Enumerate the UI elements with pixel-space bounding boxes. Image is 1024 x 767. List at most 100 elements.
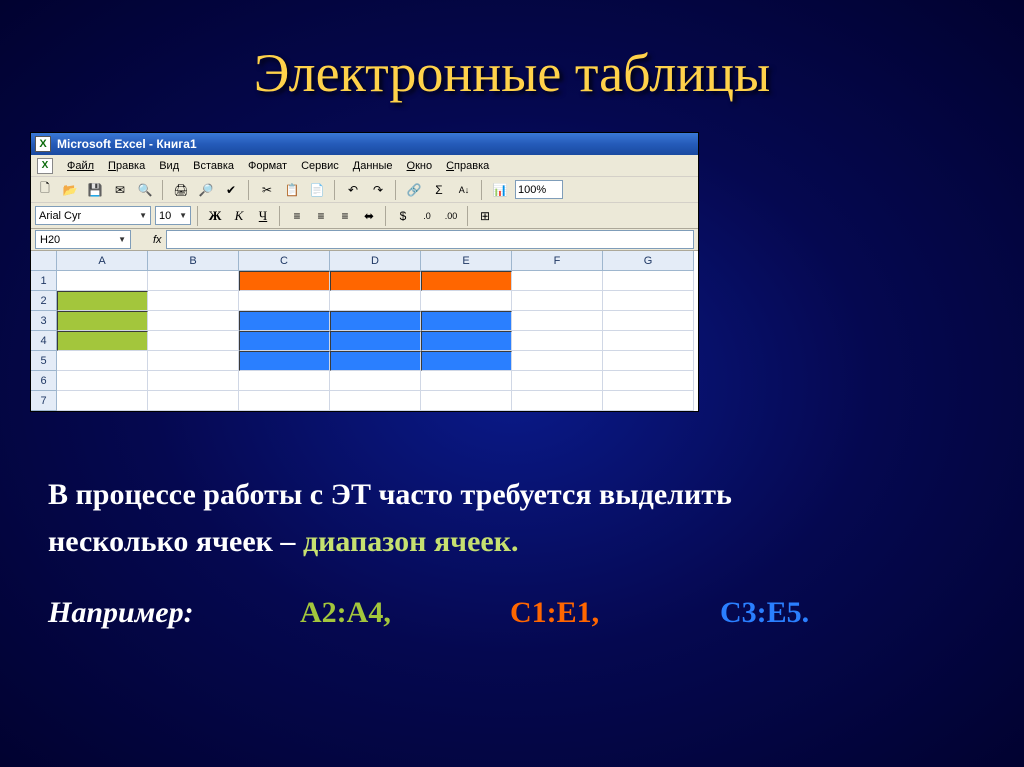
menu-insert[interactable]: Вставка: [193, 160, 234, 172]
row-header[interactable]: 1: [31, 271, 57, 291]
new-icon[interactable]: 🗋: [35, 180, 55, 200]
italic-button[interactable]: К: [229, 206, 249, 226]
row-header[interactable]: 4: [31, 331, 57, 351]
hyperlink-icon[interactable]: 🔗: [404, 180, 424, 200]
bold-button[interactable]: Ж: [205, 206, 225, 226]
align-center-icon[interactable]: ≡: [311, 206, 331, 226]
font-name-combo[interactable]: Arial Cyr ▼: [35, 206, 151, 225]
column-header[interactable]: E: [421, 251, 512, 271]
menu-view[interactable]: Вид: [159, 160, 179, 172]
cell[interactable]: [239, 311, 330, 331]
column-header[interactable]: D: [330, 251, 421, 271]
menu-edit[interactable]: Правка: [108, 160, 145, 172]
menu-data[interactable]: Данные: [353, 160, 393, 172]
row-header[interactable]: 6: [31, 371, 57, 391]
cell[interactable]: [239, 291, 330, 311]
spellcheck-icon[interactable]: ✔: [221, 180, 241, 200]
cell[interactable]: [57, 311, 148, 331]
cell[interactable]: [421, 291, 512, 311]
cell[interactable]: [148, 351, 239, 371]
cell[interactable]: [57, 391, 148, 411]
print-icon[interactable]: 🖨: [171, 180, 191, 200]
menu-window[interactable]: Окно: [407, 160, 433, 172]
cut-icon[interactable]: ✂: [257, 180, 277, 200]
paste-icon[interactable]: 📄: [307, 180, 327, 200]
cell[interactable]: [148, 371, 239, 391]
cell[interactable]: [512, 351, 603, 371]
menu-help[interactable]: Справка: [446, 160, 489, 172]
row-header[interactable]: 7: [31, 391, 57, 411]
cell[interactable]: [148, 271, 239, 291]
cell[interactable]: [512, 391, 603, 411]
cell[interactable]: [239, 371, 330, 391]
cell[interactable]: [421, 331, 512, 351]
column-header[interactable]: F: [512, 251, 603, 271]
column-header[interactable]: B: [148, 251, 239, 271]
cell[interactable]: [603, 311, 694, 331]
cell[interactable]: [512, 311, 603, 331]
undo-icon[interactable]: ↶: [343, 180, 363, 200]
cell[interactable]: [57, 371, 148, 391]
align-right-icon[interactable]: ≡: [335, 206, 355, 226]
redo-icon[interactable]: ↷: [368, 180, 388, 200]
cell[interactable]: [330, 311, 421, 331]
name-box[interactable]: H20 ▼: [35, 230, 131, 249]
cell[interactable]: [603, 331, 694, 351]
cell[interactable]: [57, 331, 148, 351]
cell[interactable]: [603, 291, 694, 311]
cell[interactable]: [512, 291, 603, 311]
cell[interactable]: [603, 271, 694, 291]
cell[interactable]: [603, 351, 694, 371]
cell[interactable]: [148, 391, 239, 411]
column-header[interactable]: C: [239, 251, 330, 271]
preview-icon[interactable]: 🔎: [196, 180, 216, 200]
cell[interactable]: [330, 371, 421, 391]
menu-file[interactable]: Файл: [67, 160, 94, 172]
select-all-corner[interactable]: [31, 251, 57, 271]
cell[interactable]: [239, 351, 330, 371]
cell[interactable]: [239, 271, 330, 291]
menu-tools[interactable]: Сервис: [301, 160, 339, 172]
save-icon[interactable]: 💾: [85, 180, 105, 200]
copy-icon[interactable]: 📋: [282, 180, 302, 200]
cell[interactable]: [603, 391, 694, 411]
cell[interactable]: [330, 331, 421, 351]
row-header[interactable]: 3: [31, 311, 57, 331]
cell[interactable]: [421, 311, 512, 331]
cell[interactable]: [148, 291, 239, 311]
cell[interactable]: [57, 291, 148, 311]
column-header[interactable]: A: [57, 251, 148, 271]
row-header[interactable]: 2: [31, 291, 57, 311]
search-icon[interactable]: 🔍: [135, 180, 155, 200]
cell[interactable]: [330, 271, 421, 291]
fx-label[interactable]: fx: [153, 234, 162, 246]
cell[interactable]: [421, 371, 512, 391]
cell[interactable]: [512, 271, 603, 291]
cell[interactable]: [421, 271, 512, 291]
merge-icon[interactable]: ⬌: [359, 206, 379, 226]
cell[interactable]: [330, 351, 421, 371]
spreadsheet-grid[interactable]: ABCDEFG1234567: [31, 251, 698, 411]
formula-bar[interactable]: [166, 230, 694, 249]
cell[interactable]: [148, 331, 239, 351]
cell[interactable]: [512, 371, 603, 391]
autosum-icon[interactable]: Σ: [429, 180, 449, 200]
menu-format[interactable]: Формат: [248, 160, 287, 172]
cell[interactable]: [603, 371, 694, 391]
currency-icon[interactable]: $: [393, 206, 413, 226]
open-icon[interactable]: 📂: [60, 180, 80, 200]
increase-decimal-icon[interactable]: .0: [417, 206, 437, 226]
cell[interactable]: [148, 311, 239, 331]
cell[interactable]: [330, 391, 421, 411]
sort-asc-icon[interactable]: A↓: [454, 180, 474, 200]
decrease-decimal-icon[interactable]: .00: [441, 206, 461, 226]
font-size-combo[interactable]: 10 ▼: [155, 206, 191, 225]
mail-icon[interactable]: ✉: [110, 180, 130, 200]
cell[interactable]: [57, 351, 148, 371]
cell[interactable]: [512, 331, 603, 351]
cell[interactable]: [239, 331, 330, 351]
cell[interactable]: [239, 391, 330, 411]
zoom-combo[interactable]: 100%: [515, 180, 563, 199]
cell[interactable]: [421, 391, 512, 411]
cell[interactable]: [330, 291, 421, 311]
